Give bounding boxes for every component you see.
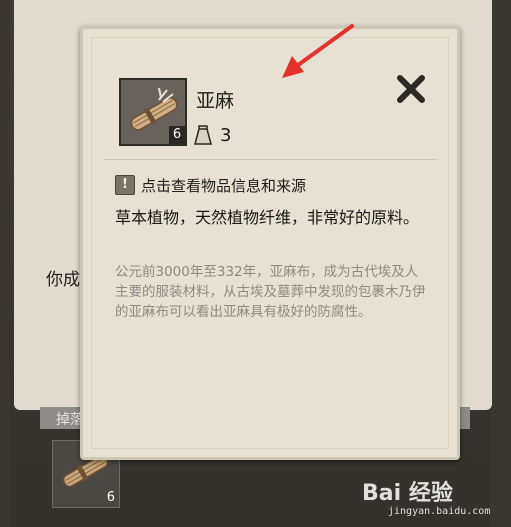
item-detail-popup: 6 亚麻 3 ! 点击查看物品信息和来源 草本植物，天然植物纤维，非常好的原料。… xyxy=(80,26,460,460)
close-icon[interactable] xyxy=(395,73,427,105)
item-name: 亚麻 xyxy=(196,90,235,112)
item-description: 草本植物，天然植物纤维，非常好的原料。 xyxy=(115,208,420,227)
weight-icon xyxy=(194,125,212,145)
item-lore: 公元前3000年至332年，亚麻布，成为古代埃及人主要的服装材料，从古埃及墓葬中… xyxy=(115,264,426,320)
info-icon[interactable]: ! xyxy=(115,175,135,195)
divider xyxy=(103,159,437,160)
item-info-source-link[interactable]: 点击查看物品信息和来源 xyxy=(141,175,306,196)
loot-item-qty: 6 xyxy=(106,490,115,505)
item-qty-badge: 6 xyxy=(169,126,185,144)
item-icon-slot: 6 xyxy=(119,78,187,146)
item-weight: 3 xyxy=(220,125,232,146)
background-partial-text: 你成 xyxy=(46,270,80,290)
annotation-arrow-icon xyxy=(282,24,354,78)
watermark-url: jingyan.baidu.com xyxy=(388,506,491,517)
watermark-logo: Bai 经验 xyxy=(362,481,453,506)
